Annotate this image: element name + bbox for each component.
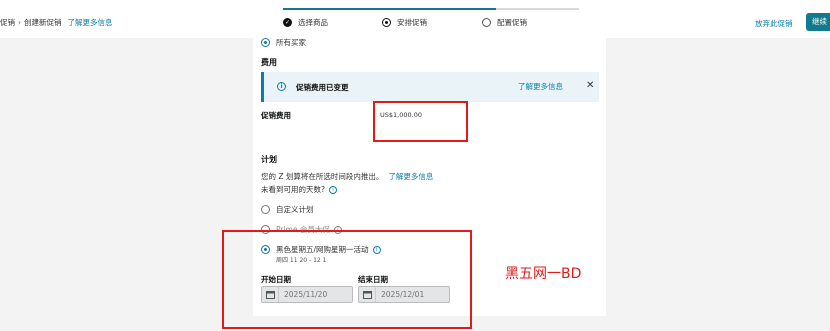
breadcrumb-separator: ›: [18, 18, 21, 27]
fee-highlight-box: [373, 101, 468, 142]
step-select-products[interactable]: ✓ 选择商品: [283, 17, 328, 28]
breadcrumb-promotions[interactable]: 促销: [0, 18, 15, 27]
fee-change-alert: i 促销费用已变更 了解更多信息 ✕: [261, 72, 599, 102]
continue-button[interactable]: 继续: [806, 13, 830, 31]
progress-stepper: ✓ 选择商品 安排促销 配置促销: [283, 8, 583, 36]
days-question: 未看到可用的天数? i: [261, 184, 337, 195]
abandon-promotion-link[interactable]: 放弃此促销: [755, 18, 793, 29]
step-label: 安排促销: [397, 18, 427, 27]
audience-option-all-buyers[interactable]: 所有买家: [261, 38, 306, 48]
radio-selected-icon[interactable]: [261, 38, 270, 47]
description-text: 您的 Z 划算将在所选时间段内推出。: [261, 172, 384, 181]
close-icon[interactable]: ✕: [586, 80, 594, 91]
alert-message: 促销费用已变更: [296, 83, 349, 92]
schedule-heading: 计划: [261, 155, 277, 164]
learn-more-link[interactable]: 了解更多信息: [68, 18, 113, 27]
info-icon[interactable]: i: [328, 185, 337, 194]
step-configure-promotion[interactable]: 配置促销: [482, 17, 527, 28]
fee-heading: 费用: [261, 58, 277, 67]
option-label: 所有买家: [276, 38, 306, 47]
check-icon: ✓: [283, 18, 292, 27]
alert-learn-more-link[interactable]: 了解更多信息: [518, 81, 563, 92]
schedule-description: 您的 Z 划算将在所选时间段内推出。 了解更多信息: [261, 171, 433, 182]
step-label: 配置促销: [497, 18, 527, 27]
schedule-learn-more-link[interactable]: 了解更多信息: [388, 171, 433, 182]
top-bar: 促销 › 创建新促销 了解更多信息 ✓ 选择商品 安排促销 配置促销 放弃此促销 继续: [0, 0, 830, 38]
schedule-highlight-box: [222, 230, 472, 329]
radio-icon[interactable]: [261, 205, 270, 214]
pending-step-icon: [482, 18, 491, 27]
breadcrumb: 促销 › 创建新促销 了解更多信息: [0, 17, 113, 28]
annotation-label: 黑五网一BD: [505, 266, 582, 282]
step-label: 选择商品: [298, 18, 328, 27]
fee-label: 促销费用: [261, 111, 291, 120]
active-step-icon: [382, 18, 391, 27]
progress-fill: [283, 8, 497, 10]
option-custom-schedule[interactable]: 自定义计划: [261, 204, 314, 215]
step-schedule-promotion[interactable]: 安排促销: [382, 17, 427, 28]
question-text: 未看到可用的天数?: [261, 185, 325, 194]
info-icon: i: [277, 82, 286, 91]
breadcrumb-current-page: 创建新促销: [24, 18, 62, 27]
option-label: 自定义计划: [276, 205, 314, 214]
